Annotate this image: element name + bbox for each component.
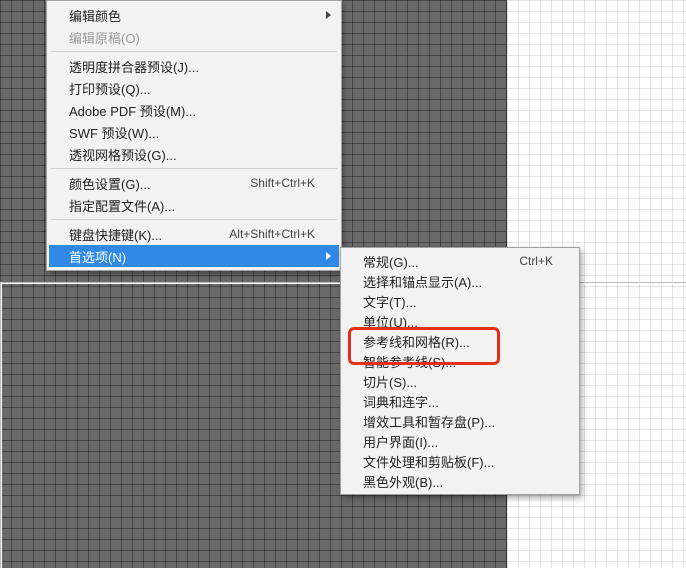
- mi-selection-anchor-display[interactable]: 选择和锚点显示(A)...: [343, 271, 577, 291]
- mi-hyphenation[interactable]: 词典和连字...: [343, 391, 577, 411]
- mi-color-settings[interactable]: 颜色设置(G)... Shift+Ctrl+K: [49, 172, 339, 194]
- menu-separator: [51, 51, 337, 52]
- mi-units[interactable]: 单位(U)...: [343, 311, 577, 331]
- mi-edit-original: 编辑原稿(O): [49, 26, 339, 48]
- mi-plugins-scratch[interactable]: 增效工具和暂存盘(P)...: [343, 411, 577, 431]
- mi-file-handling-clipboard[interactable]: 文件处理和剪贴板(F)...: [343, 451, 577, 471]
- submenu-arrow-icon: [326, 252, 331, 260]
- mi-general[interactable]: 常规(G)... Ctrl+K: [343, 251, 577, 271]
- mi-guides-and-grid[interactable]: 参考线和网格(R)...: [343, 331, 577, 351]
- ruler-vertical: [0, 282, 2, 568]
- mi-perspective-grid-presets[interactable]: 透视网格预设(G)...: [49, 143, 339, 165]
- mi-type[interactable]: 文字(T)...: [343, 291, 577, 311]
- mi-adobe-pdf-presets[interactable]: Adobe PDF 预设(M)...: [49, 99, 339, 121]
- mi-smart-guides[interactable]: 智能参考线(S)...: [343, 351, 577, 371]
- mi-print-presets[interactable]: 打印预设(Q)...: [49, 77, 339, 99]
- menu-separator: [51, 168, 337, 169]
- menu-separator: [51, 219, 337, 220]
- submenu-arrow-icon: [326, 11, 331, 19]
- mi-swf-presets[interactable]: SWF 预设(W)...: [49, 121, 339, 143]
- mi-appearance-of-black[interactable]: 黑色外观(B)...: [343, 471, 577, 491]
- mi-edit-colors[interactable]: 编辑颜色: [49, 4, 339, 26]
- edit-menu[interactable]: 编辑颜色 编辑原稿(O) 透明度拼合器预设(J)... 打印预设(Q)... A…: [46, 0, 342, 271]
- mi-user-interface[interactable]: 用户界面(I)...: [343, 431, 577, 451]
- preferences-submenu[interactable]: 常规(G)... Ctrl+K 选择和锚点显示(A)... 文字(T)... 单…: [340, 247, 580, 495]
- mi-transparency-flattener-presets[interactable]: 透明度拼合器预设(J)...: [49, 55, 339, 77]
- mi-keyboard-shortcuts[interactable]: 键盘快捷键(K)... Alt+Shift+Ctrl+K: [49, 223, 339, 245]
- mi-slices[interactable]: 切片(S)...: [343, 371, 577, 391]
- mi-assign-profile[interactable]: 指定配置文件(A)...: [49, 194, 339, 216]
- mi-preferences[interactable]: 首选项(N): [49, 245, 339, 267]
